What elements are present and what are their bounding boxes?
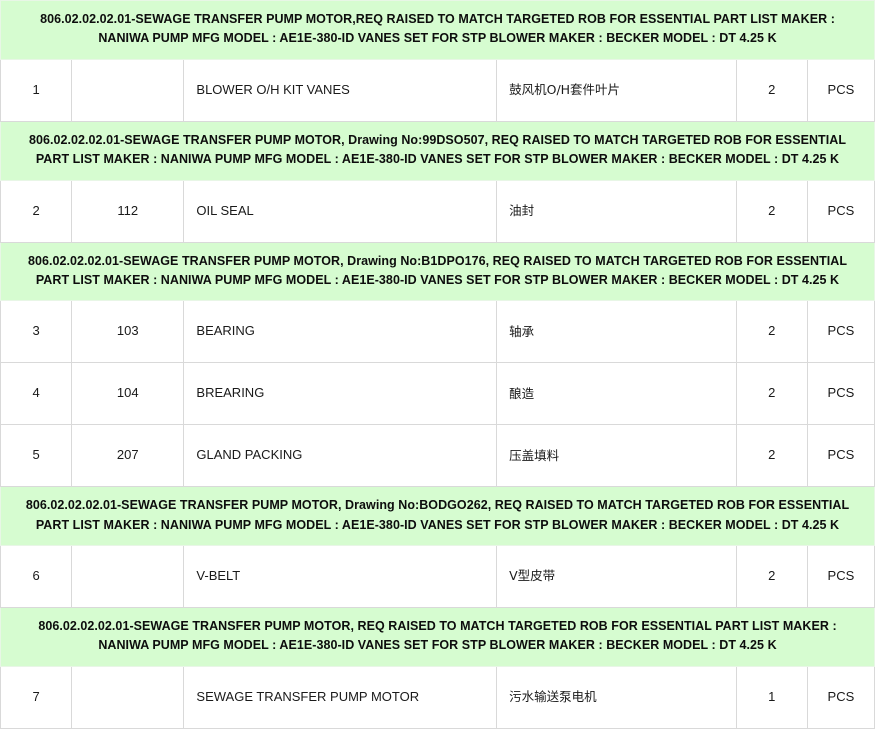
cell-unit: PCS [806,58,875,122]
group-header-row: 806.02.02.02.01-SEWAGE TRANSFER PUMP MOT… [0,486,875,546]
table-row[interactable]: 5 207 GLAND PACKING 压盖填料 2 PCS [0,424,875,488]
group-header-row: 806.02.02.02.01-SEWAGE TRANSFER PUMP MOT… [0,0,875,60]
cell-desc: BEARING [183,300,498,364]
cell-item [71,665,185,729]
group-header-text: 806.02.02.02.01-SEWAGE TRANSFER PUMP MOT… [0,607,875,667]
cell-unit: PCS [806,362,875,426]
cell-line: 4 [0,362,73,426]
group-header-row: 806.02.02.02.01-SEWAGE TRANSFER PUMP MOT… [0,241,875,302]
cell-line: 2 [0,179,73,243]
cell-cn: 鼓风机O/H套件叶片 [496,58,737,122]
table-row[interactable]: 3 103 BEARING 轴承 2 PCS [0,300,875,364]
group-header-row: 806.02.02.02.01-SEWAGE TRANSFER PUMP MOT… [0,607,875,667]
cell-qty: 2 [735,58,808,122]
cell-cn: 油封 [496,179,737,243]
cell-desc: OIL SEAL [183,179,498,243]
group-header-text: 806.02.02.02.01-SEWAGE TRANSFER PUMP MOT… [0,241,875,302]
cell-desc: V-BELT [183,545,498,608]
group-header-row: 806.02.02.02.01-SEWAGE TRANSFER PUMP MOT… [0,120,875,181]
cell-line: 5 [0,424,73,488]
cell-qty: 2 [735,362,808,426]
cell-line: 7 [0,665,73,729]
cell-item: 112 [71,179,185,243]
cell-qty: 2 [735,545,808,608]
cell-qty: 1 [735,665,808,729]
cell-item: 103 [71,300,185,364]
cell-desc: GLAND PACKING [183,424,498,488]
cell-cn: 轴承 [496,300,737,364]
cell-unit: PCS [806,424,875,488]
group-header-text: 806.02.02.02.01-SEWAGE TRANSFER PUMP MOT… [0,486,875,546]
cell-desc: BREARING [183,362,498,426]
cell-unit: PCS [806,300,875,364]
cell-cn: 酿造 [496,362,737,426]
cell-item [71,545,185,608]
parts-requisition-table: 806.02.02.02.01-SEWAGE TRANSFER PUMP MOT… [0,0,875,729]
cell-desc: SEWAGE TRANSFER PUMP MOTOR [183,665,498,729]
cell-item: 207 [71,424,185,488]
cell-line: 6 [0,545,73,608]
group-header-text: 806.02.02.02.01-SEWAGE TRANSFER PUMP MOT… [0,120,875,181]
cell-qty: 2 [735,179,808,243]
cell-unit: PCS [806,545,875,608]
group-header-text: 806.02.02.02.01-SEWAGE TRANSFER PUMP MOT… [0,0,875,60]
cell-item [71,58,185,122]
cell-cn: 污水输送泵电机 [496,665,737,729]
cell-qty: 2 [735,424,808,488]
cell-cn: 压盖填料 [496,424,737,488]
cell-line: 1 [0,58,73,122]
cell-line: 3 [0,300,73,364]
cell-desc: BLOWER O/H KIT VANES [183,58,498,122]
cell-cn: V型皮带 [496,545,737,608]
table-row[interactable]: 2 112 OIL SEAL 油封 2 PCS [0,179,875,243]
table-row[interactable]: 7 SEWAGE TRANSFER PUMP MOTOR 污水输送泵电机 1 PCS [0,665,875,729]
cell-qty: 2 [735,300,808,364]
table-row[interactable]: 1 BLOWER O/H KIT VANES 鼓风机O/H套件叶片 2 PCS [0,58,875,122]
cell-unit: PCS [806,665,875,729]
table-row[interactable]: 4 104 BREARING 酿造 2 PCS [0,362,875,426]
cell-item: 104 [71,362,185,426]
table-body: 806.02.02.02.01-SEWAGE TRANSFER PUMP MOT… [0,0,875,729]
cell-unit: PCS [806,179,875,243]
table-row[interactable]: 6 V-BELT V型皮带 2 PCS [0,545,875,608]
